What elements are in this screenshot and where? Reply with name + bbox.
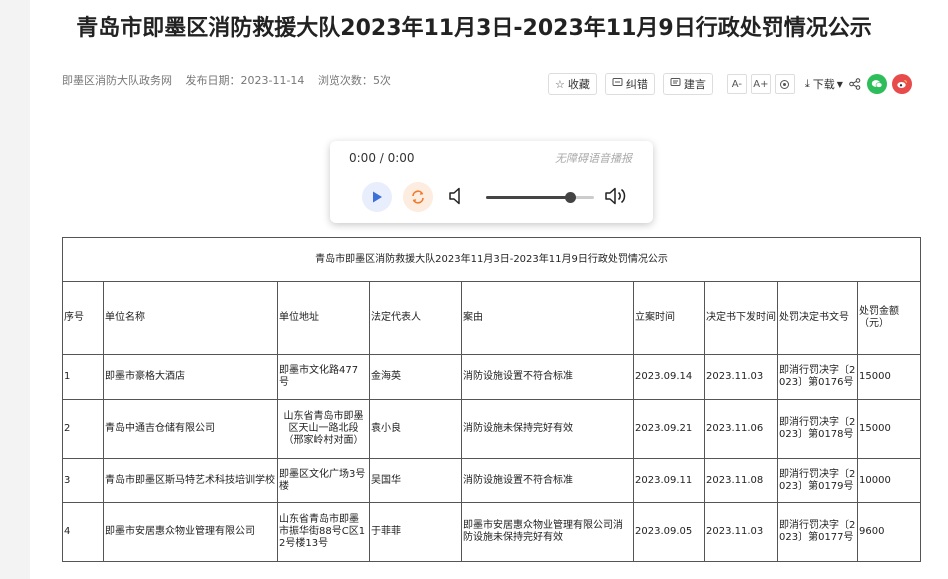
views-label: 浏览次数： [317, 74, 373, 87]
volume-high-icon [605, 187, 626, 205]
table-cell: 即墨区文化广场3号楼 [277, 458, 370, 503]
column-header: 立案时间 [633, 281, 705, 355]
star-icon: ☆ [555, 77, 565, 91]
column-header: 处罚决定书文号 [777, 281, 858, 355]
table-cell: 即消行罚决字〔2023〕第0176号 [777, 354, 858, 400]
volume-up-button[interactable] [604, 185, 630, 211]
table-cell: 10000 [856, 458, 922, 503]
table-cell: 2023.09.11 [633, 458, 705, 503]
audio-player: 0:00 / 0:00 无障碍语音播报 [330, 141, 653, 223]
table-cell: 即消行罚决字〔2023〕第0178号 [777, 399, 858, 459]
volume-slider-handle[interactable] [565, 192, 577, 203]
repeat-button[interactable] [403, 182, 433, 212]
penalty-table: 青岛市即墨区消防救援大队2023年11月3日-2023年11月9日行政处罚情况公… [61, 237, 922, 562]
date-label: 发布日期： [185, 74, 241, 87]
column-header: 单位地址 [277, 281, 370, 355]
table-row: 2 青岛中通吉仓储有限公司 山东省青岛市即墨区天山一路北段（邢家岭村对面） 袁小… [62, 399, 922, 459]
table-cell: 吴国华 [369, 458, 462, 503]
chevron-down-icon: ▼ [836, 79, 843, 89]
table-cell: 2023.09.05 [633, 502, 705, 562]
table-cell: 2023.11.06 [704, 399, 778, 459]
table-cell: 袁小良 [369, 399, 462, 459]
volume-low-icon [449, 187, 460, 205]
table-cell: 山东省青岛市即墨市振华街88号C区12号楼13号 [277, 502, 370, 562]
column-header: 处罚金额（元） [856, 281, 922, 355]
play-button[interactable] [362, 182, 392, 212]
table-cell: 消防设施未保持完好有效 [461, 399, 634, 459]
article-page: 青岛市即墨区消防救援大队2023年11月3日-2023年11月9日行政处罚情况公… [30, 0, 948, 579]
font-decrease-icon[interactable]: A- [726, 74, 747, 94]
mute-button[interactable] [448, 186, 466, 210]
column-header: 案由 [461, 281, 634, 355]
table-cell: 15000 [856, 399, 922, 459]
table-row: 4 即墨市安居惠众物业管理有限公司 山东省青岛市即墨市振华街88号C区12号楼1… [62, 502, 922, 562]
views-value: 5次 [372, 74, 391, 87]
table-cell: 消防设施设置不符合标准 [461, 354, 634, 400]
table-cell: 3 [62, 458, 104, 503]
table-cell: 1 [62, 354, 104, 400]
table-cell: 即墨市安居惠众物业管理有限公司 [103, 502, 278, 562]
column-header: 序号 [62, 281, 104, 355]
table-cell: 即墨市文化路477号 [277, 354, 370, 400]
table-cell: 即消行罚决字〔2023〕第0179号 [777, 458, 858, 503]
table-cell: 2023.09.14 [633, 354, 705, 400]
favorite-button[interactable]: ☆ 收藏 [548, 73, 597, 95]
page-title: 青岛市即墨区消防救援大队2023年11月3日-2023年11月9日行政处罚情况公… [76, 16, 872, 41]
edit-icon [612, 77, 623, 91]
column-header: 决定书下发时间 [704, 281, 778, 355]
table-cell: 即消行罚决字〔2023〕第0177号 [777, 502, 858, 562]
suggest-button[interactable]: 建言 [662, 73, 713, 95]
article-meta: 即墨区消防大队政务网 发布日期：2023-11-14 浏览次数：5次 [62, 72, 401, 88]
volume-slider[interactable] [486, 192, 594, 203]
table-cell: 青岛中通吉仓储有限公司 [103, 399, 278, 459]
source-label: 即墨区消防大队政务网 [62, 74, 172, 87]
column-header: 法定代表人 [369, 281, 462, 355]
table-caption: 青岛市即墨区消防救援大队2023年11月3日-2023年11月9日行政处罚情况公… [61, 237, 922, 282]
table-cell: 2 [62, 399, 104, 459]
table-cell: 消防设施设置不符合标准 [461, 458, 634, 503]
accessibility-broadcast-label[interactable]: 无障碍语音播报 [555, 150, 632, 166]
article-toolbar: ☆ 收藏 纠错 建言 A- A+ ⤓ 下载 ▼ [548, 72, 917, 96]
favorite-label: 收藏 [567, 78, 590, 91]
table-cell: 于菲菲 [369, 502, 462, 562]
comment-icon [670, 77, 681, 91]
table-row: 1 即墨市豪格大酒店 即墨市文化路477号 金海英 消防设施设置不符合标准 20… [62, 354, 922, 400]
table-cell: 山东省青岛市即墨区天山一路北段（邢家岭村对面） [277, 399, 370, 459]
repeat-icon [412, 190, 424, 204]
download-button[interactable]: ⤓ 下载 ▼ [805, 76, 843, 92]
date-value: 2023-11-14 [240, 74, 305, 87]
font-increase-icon[interactable]: A+ [750, 74, 771, 94]
table-cell: 金海英 [369, 354, 462, 400]
table-cell: 2023.11.03 [704, 354, 778, 400]
player-time: 0:00 / 0:00 [349, 151, 415, 165]
download-icon: ⤓ [804, 77, 810, 90]
correct-label: 纠错 [625, 78, 648, 91]
table-row: 3 青岛市即墨区斯马特艺术科技培训学校 即墨区文化广场3号楼 吴国华 消防设施设… [62, 458, 922, 503]
table-cell: 青岛市即墨区斯马特艺术科技培训学校 [103, 458, 278, 503]
volume-slider-fill [486, 196, 571, 199]
weibo-icon[interactable] [891, 74, 912, 94]
play-icon [373, 191, 382, 203]
table-cell: 即墨市安居惠众物业管理有限公司消防设施未保持完好有效 [461, 502, 634, 562]
table-cell: 9600 [856, 502, 922, 562]
table-cell: 4 [62, 502, 104, 562]
reset-icon[interactable] [774, 74, 795, 94]
table-cell: 2023.11.03 [704, 502, 778, 562]
wechat-icon[interactable] [866, 74, 887, 94]
share-icon[interactable] [849, 78, 861, 90]
view-count: 浏览次数：5次 [318, 74, 391, 87]
table-cell: 即墨市豪格大酒店 [103, 354, 278, 400]
table-cell: 2023.11.08 [704, 458, 778, 503]
correct-button[interactable]: 纠错 [604, 73, 655, 95]
table-cell: 15000 [856, 354, 922, 400]
suggest-label: 建言 [683, 78, 706, 91]
publish-date: 发布日期：2023-11-14 [186, 74, 305, 87]
table-cell: 2023.09.21 [633, 399, 705, 459]
download-label: 下载 [812, 78, 835, 91]
table-header-row: 序号 单位名称 单位地址 法定代表人 案由 立案时间 决定书下发时间 处罚决定书… [62, 281, 922, 355]
column-header: 单位名称 [103, 281, 278, 355]
